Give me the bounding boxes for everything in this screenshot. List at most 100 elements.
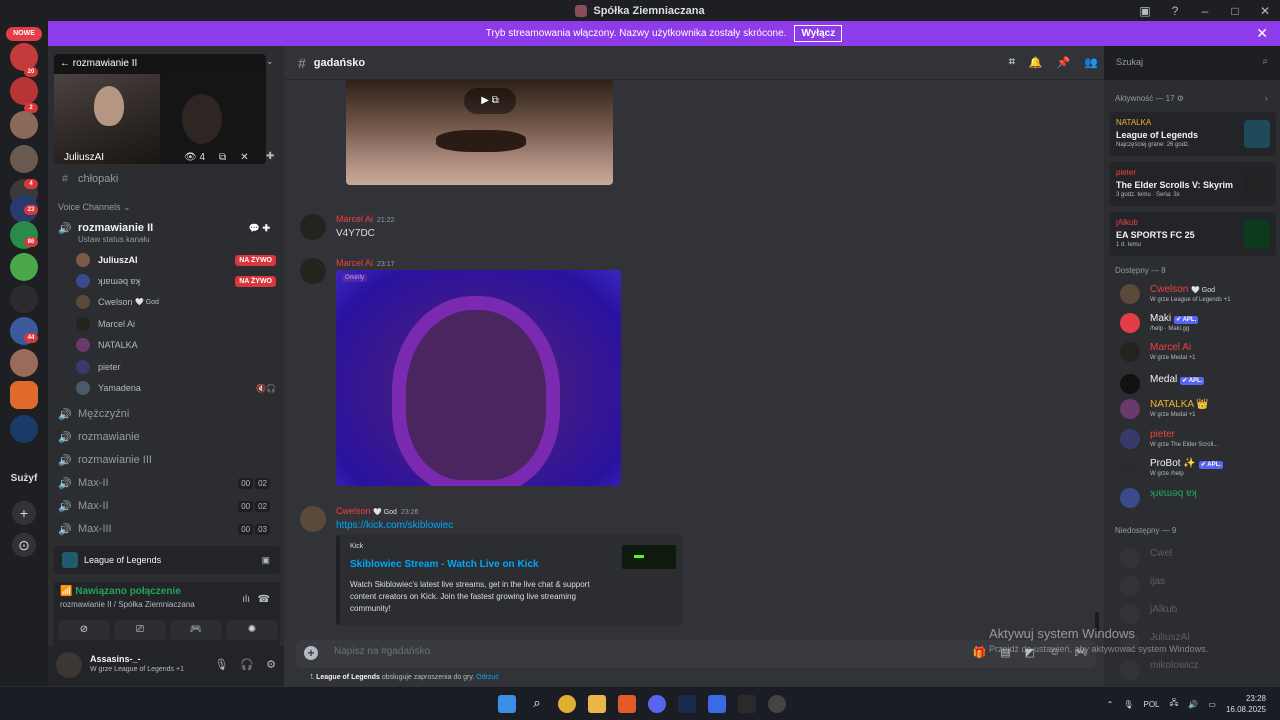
chat-add-icons[interactable]: 💬 ✚ [249, 223, 270, 234]
obs-icon[interactable] [768, 695, 786, 713]
embed-title[interactable]: Skiblowiec Stream - Watch Live on Kick [350, 559, 539, 570]
search-icon[interactable]: ⌕ [1262, 56, 1268, 67]
league-client-icon[interactable] [738, 695, 756, 713]
language-indicator[interactable]: POL [1143, 700, 1159, 709]
clock[interactable]: 23:28 16.08.2025 [1226, 693, 1266, 715]
soundboard-button[interactable]: ✺ [226, 620, 278, 640]
noise-icon[interactable]: ılı [242, 594, 250, 605]
voice-user[interactable]: Cwelson 🤍 God [76, 293, 276, 311]
threads-icon[interactable]: ⌗ [1009, 56, 1015, 69]
member-item[interactable]: ʞɹɐɯǝq ɐʞ [1120, 486, 1280, 514]
video-embed[interactable]: ▶ ⧉ [346, 80, 613, 185]
message-input[interactable] [334, 646, 894, 657]
maximize-button[interactable]: □ [1220, 4, 1250, 18]
user-name[interactable]: Assasins-_- [90, 654, 141, 664]
channel-chlopaki[interactable]: # chłopaki [58, 170, 278, 188]
microphone-icon[interactable]: 🎙 [214, 658, 228, 671]
member-item[interactable]: jAlkub [1120, 602, 1280, 630]
discord-icon[interactable] [648, 695, 666, 713]
voice-channel[interactable]: 🔊 rozmawianie [58, 428, 278, 446]
voice-user[interactable]: pieter [76, 358, 276, 376]
server-icon-11[interactable] [10, 349, 38, 377]
avatar[interactable] [56, 652, 82, 678]
member-item[interactable]: Marcel Ai W grze Medal +1 [1120, 340, 1280, 368]
overlay-icon[interactable]: ▣ [261, 555, 270, 566]
activity-card[interactable]: pieter The Elder Scrolls V: Skyrim 3 god… [1110, 162, 1276, 206]
member-item[interactable]: ijas [1120, 574, 1280, 602]
server-icon-13[interactable] [10, 415, 38, 443]
microphone-icon[interactable]: 🎙 [1123, 700, 1133, 709]
member-item[interactable]: Medal ✔ APL. [1120, 372, 1280, 400]
disconnect-icon[interactable]: ☎ [258, 594, 270, 605]
steam-icon[interactable] [678, 695, 696, 713]
voice-user[interactable]: Marcel Ai [76, 315, 276, 333]
gift-icon[interactable]: 🎁 [973, 646, 987, 659]
headphones-icon[interactable]: 🎧 [240, 658, 254, 671]
voice-user[interactable]: ʞɹɐɯǝq ɐʞ NA ŻYWO [76, 272, 276, 290]
voice-user[interactable]: Yamadena 🔇🎧 [76, 379, 276, 397]
voice-channel[interactable]: 🔊 rozmawianie III [58, 451, 278, 469]
server-icon-4[interactable] [10, 145, 38, 173]
search-input[interactable]: Szukaj ⌕ [1110, 53, 1274, 71]
activity-card[interactable]: NATALKA League of Legends Najczęściej gr… [1110, 112, 1276, 156]
message-author[interactable]: Marcel Ai 21:22 [336, 214, 395, 224]
battery-icon[interactable]: ▭ [1208, 700, 1216, 709]
message-link[interactable]: https://kick.com/skiblowiec [336, 520, 453, 531]
voice-category[interactable]: Voice Channels ⌄ [58, 202, 131, 213]
member-item[interactable]: NATALKA 👑 W grze Medal +1 [1120, 397, 1280, 425]
embed-provider[interactable]: Kick [350, 543, 363, 550]
server-icon-8[interactable] [10, 253, 38, 281]
camera-off-button[interactable]: ⊘ [58, 620, 110, 640]
close-stream-icon[interactable]: ✕ [240, 152, 248, 163]
discover-icon[interactable]: ⊙ [12, 533, 36, 557]
chrome-icon[interactable] [558, 695, 576, 713]
activity-button[interactable]: 🎮 [170, 620, 222, 640]
popout-back[interactable]: ← rozmawianie II [60, 58, 137, 69]
members-icon[interactable]: 👥 [1084, 56, 1098, 69]
inbox-icon[interactable]: ▣ [1130, 4, 1160, 18]
server-icon-3[interactable] [10, 111, 38, 139]
volume-icon[interactable]: 🔊 [1188, 700, 1198, 709]
new-badge[interactable]: NOWE [6, 27, 42, 41]
start-icon[interactable] [498, 695, 516, 713]
gear-icon[interactable]: ⚙ [266, 658, 276, 671]
stream-popout[interactable]: ← rozmawianie II JuliuszAI 👁 4 ⧉ ✕ [54, 54, 266, 164]
invite-icon[interactable]: ✚ [266, 151, 274, 162]
member-item[interactable]: Maki ✔ APL. /help · Maki.gg [1120, 311, 1280, 339]
message-author[interactable]: Cwelson 🤍 God 23:26 [336, 506, 418, 516]
search-icon[interactable]: ⌕ [528, 695, 546, 713]
member-item[interactable]: ProBot ✨ ✔ APL. W grze /help [1120, 456, 1280, 484]
game-activity-bar[interactable]: League of Legends ▣ [54, 546, 280, 574]
member-item[interactable]: mikolowicz [1120, 658, 1280, 686]
voice-user[interactable]: NATALKA [76, 336, 276, 354]
disable-streamer-button[interactable]: Wyłącz [794, 25, 843, 42]
connection-location[interactable]: rozmawianie II / Spółka Ziemniaczana [60, 600, 195, 609]
server-folder-label[interactable]: Sużyf [0, 473, 48, 484]
bell-icon[interactable]: 🔔 [1029, 56, 1043, 69]
avatar[interactable] [300, 214, 326, 240]
image-attachment[interactable]: Ominfy [336, 270, 621, 486]
server-icon-12[interactable] [10, 381, 38, 409]
embed-thumbnail[interactable] [622, 545, 676, 569]
voice-channel[interactable]: 🔊 Max-II 00 02 [58, 474, 278, 492]
avatar[interactable] [300, 258, 326, 284]
add-attachment-icon[interactable]: + [304, 646, 318, 660]
server-icon-2[interactable] [10, 77, 38, 105]
member-item[interactable]: pieter W grze The Elder Scroll... [1120, 427, 1280, 455]
close-banner-icon[interactable]: ✕ [1256, 25, 1268, 42]
add-server-icon[interactable]: + [12, 501, 36, 525]
chevron-right-icon[interactable]: › [1265, 94, 1268, 103]
voice-channel[interactable]: 🔊 Mężczyźni [58, 405, 278, 423]
explorer-icon[interactable] [588, 695, 606, 713]
minimize-button[interactable]: – [1190, 4, 1220, 18]
activity-card[interactable]: jAlkub EA SPORTS FC 25 1 d. temu [1110, 212, 1276, 256]
server-icon-9[interactable] [10, 285, 38, 313]
channel-status[interactable]: Ustaw status kanału [78, 235, 150, 244]
member-item[interactable]: Cwel [1120, 546, 1280, 574]
avatar[interactable] [300, 506, 326, 532]
brave-icon[interactable] [618, 695, 636, 713]
chevron-up-icon[interactable]: ⌃ [1107, 700, 1114, 709]
voice-user[interactable]: JuliuszAI NA ŻYWO [76, 251, 276, 269]
voice-channel[interactable]: 🔊 Max-III 00 03 [58, 520, 278, 538]
chevron-down-icon[interactable]: ⌄ [266, 56, 274, 67]
